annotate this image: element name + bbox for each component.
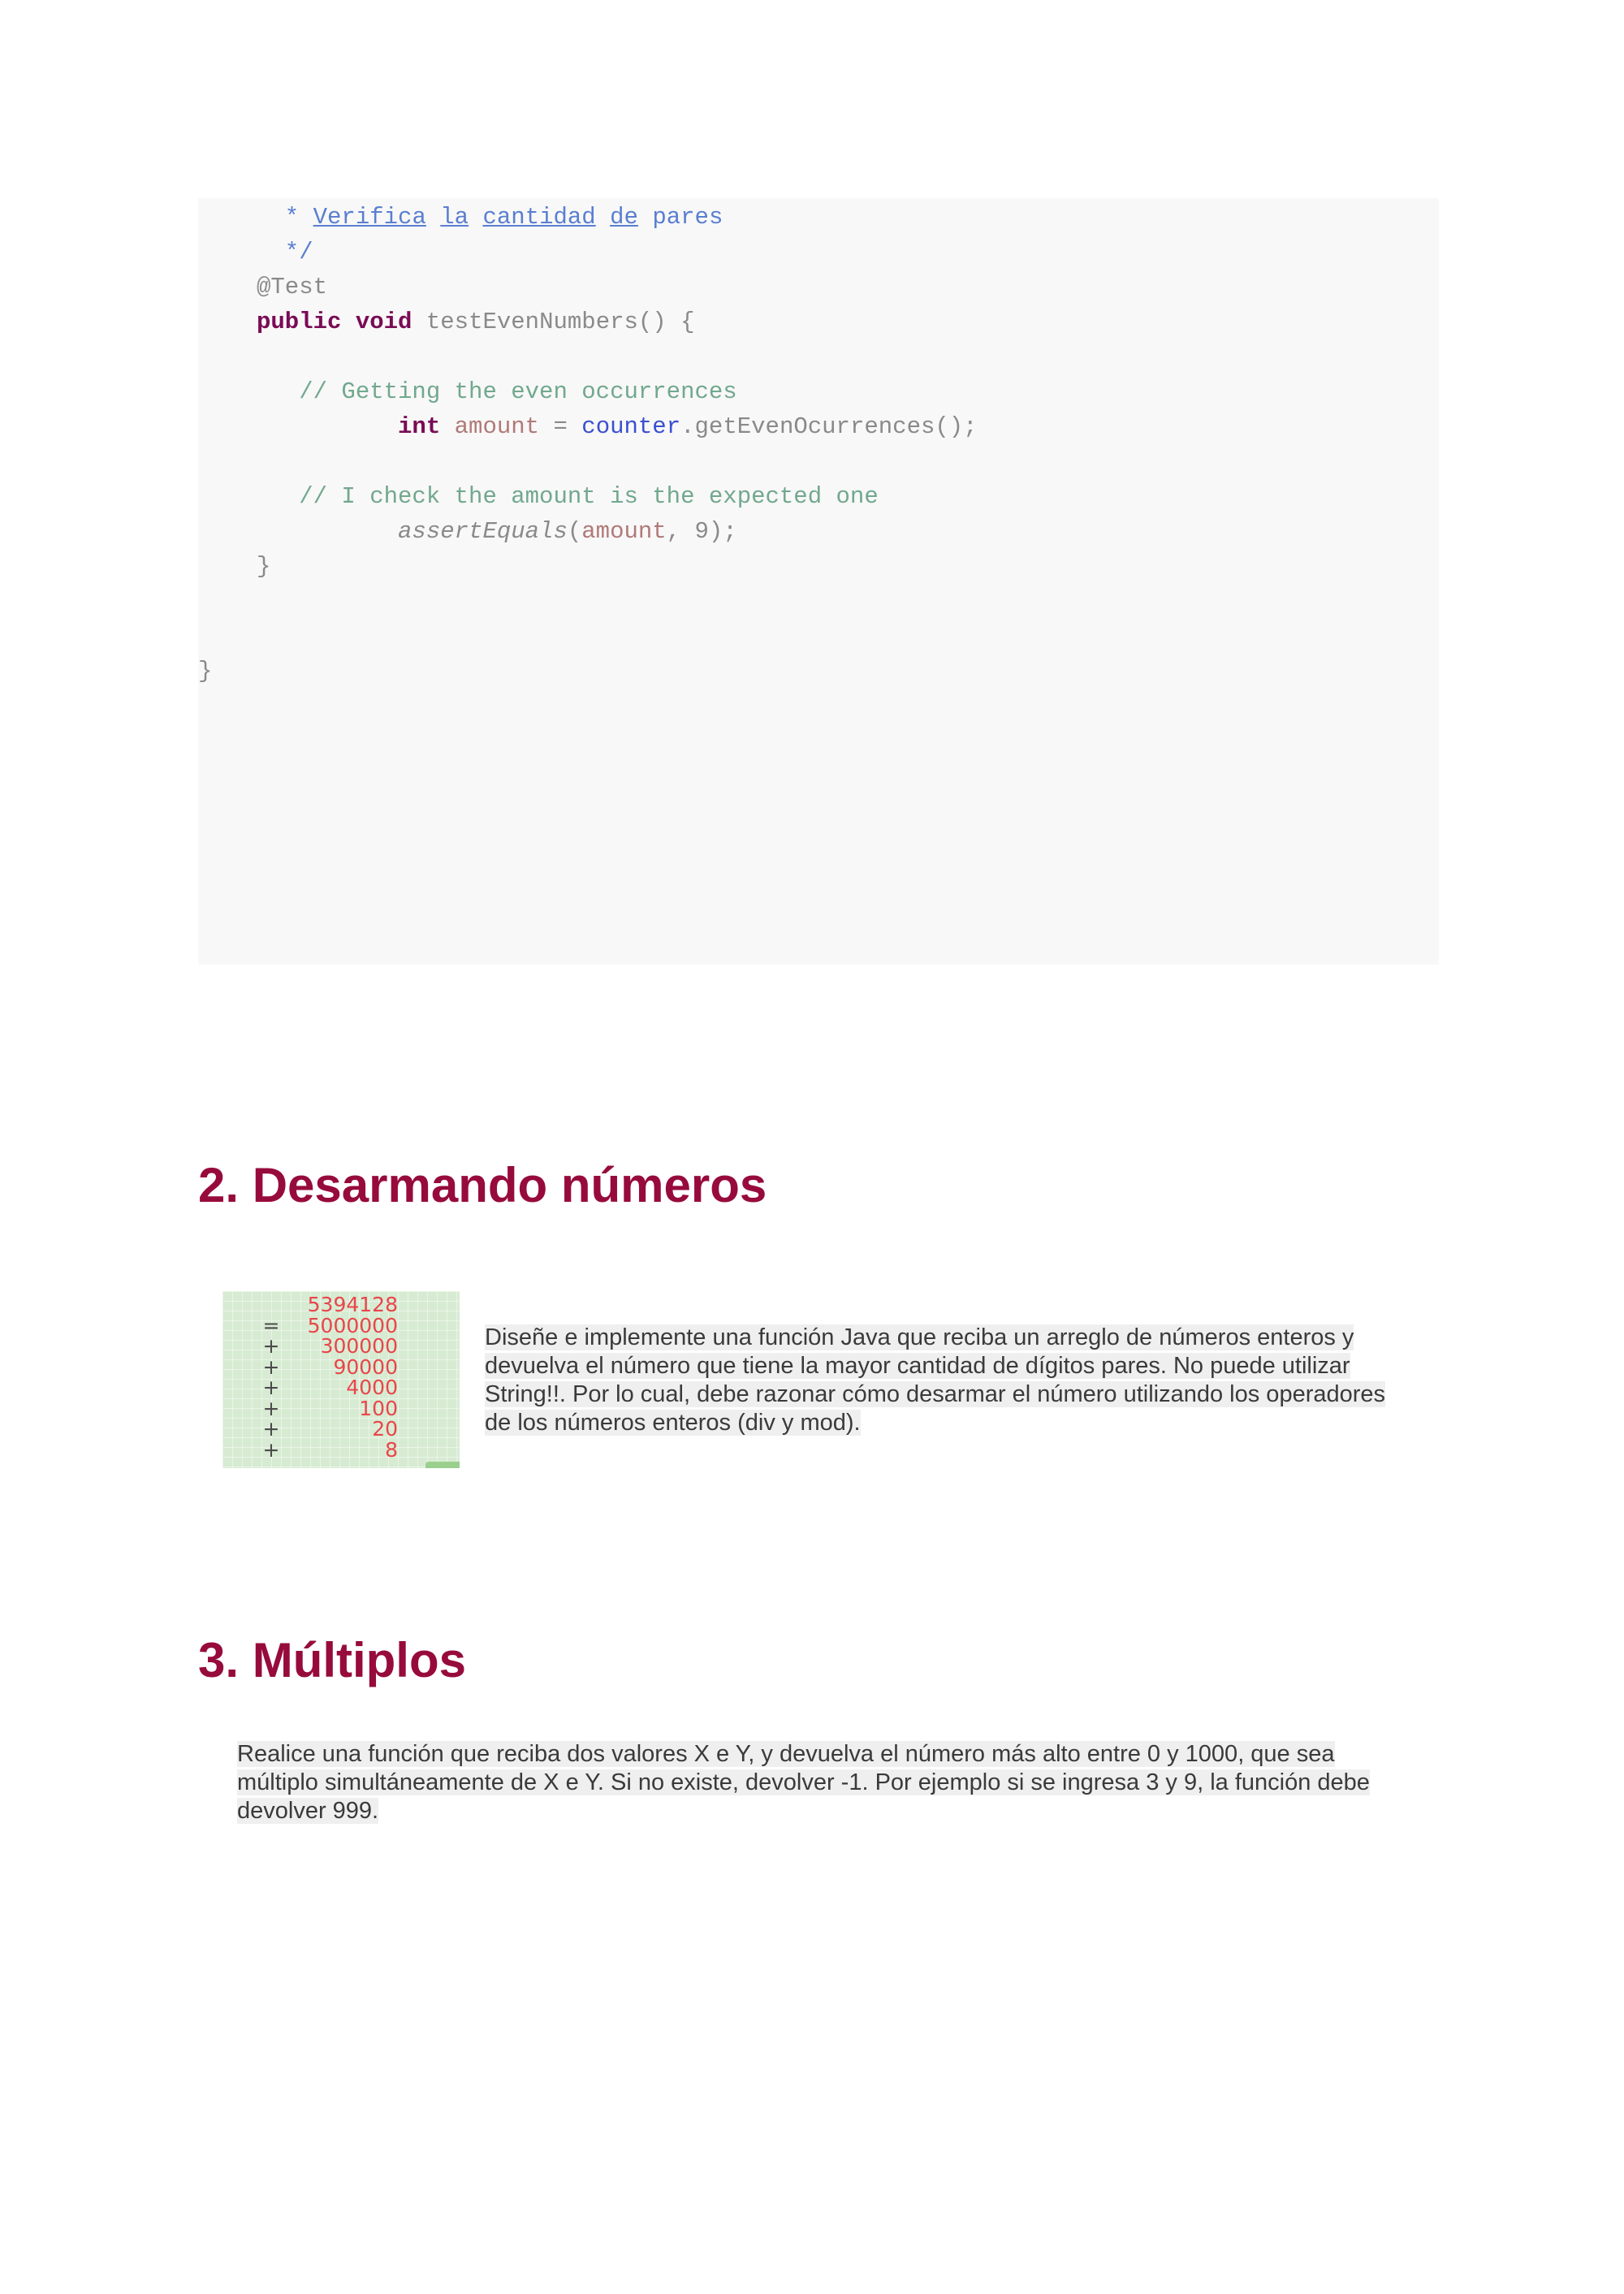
figure-row: +300000 bbox=[222, 1336, 460, 1356]
code-line: // I check the amount is the expected on… bbox=[257, 482, 879, 512]
figure-number: 5000000 bbox=[307, 1313, 398, 1337]
code-token: testEvenNumbers() { bbox=[412, 309, 695, 335]
code-token: , 9); bbox=[666, 518, 737, 545]
section-3-title: 3. Múltiplos bbox=[198, 1633, 466, 1687]
code-line: // Getting the even occurrences bbox=[257, 378, 737, 407]
section-2-line: devuelva el número que tiene la mayor ca… bbox=[485, 1353, 1350, 1379]
code-line: assertEquals(amount, 9); bbox=[257, 517, 737, 546]
code-token: de bbox=[610, 204, 638, 231]
figure-row: +90000 bbox=[222, 1357, 460, 1377]
code-token: */ bbox=[257, 239, 313, 266]
figure-operator: = bbox=[262, 1313, 280, 1337]
section-2-line: Diseñe e implemente una función Java que… bbox=[485, 1324, 1354, 1350]
code-token: = bbox=[539, 413, 582, 440]
figure-number: 8 bbox=[385, 1437, 398, 1462]
code-token: cantidad bbox=[482, 204, 596, 231]
code-token: public bbox=[257, 309, 342, 335]
code-token: .getEvenOcurrences(); bbox=[680, 413, 978, 440]
section-3-line: devolver 999. bbox=[237, 1798, 379, 1824]
code-token: Verifica bbox=[313, 204, 426, 231]
code-token: void bbox=[355, 309, 412, 335]
figure-number: 4000 bbox=[346, 1376, 398, 1399]
figure-row: +8 bbox=[222, 1440, 460, 1460]
figure-operator: + bbox=[262, 1376, 280, 1399]
figure-operator: + bbox=[262, 1417, 280, 1441]
figure-number: 300000 bbox=[320, 1334, 398, 1358]
code-line: } bbox=[257, 552, 270, 581]
section-3-line: múltiplo simultáneamente de X e Y. Si no… bbox=[237, 1769, 1370, 1795]
code-line: * Verifica la cantidad de pares bbox=[257, 203, 723, 232]
section-2-line: de los números enteros (div y mod). bbox=[485, 1410, 861, 1436]
code-line: */ bbox=[257, 238, 313, 267]
figure-operator: + bbox=[262, 1354, 280, 1379]
section-3-line: Realice una función que reciba dos valor… bbox=[237, 1741, 1335, 1767]
code-block: * Verifica la cantidad de pares */ @Test p… bbox=[198, 198, 1439, 965]
figure-row: = 5000000 bbox=[222, 1315, 460, 1336]
section-2-description: Diseñe e implemente una función Java que… bbox=[485, 1324, 1386, 1437]
figure-row: +20 bbox=[222, 1419, 460, 1439]
section-2-line: String!!. Por lo cual, debe razonar cómo… bbox=[485, 1381, 1386, 1407]
figure-row: +100 bbox=[222, 1398, 460, 1419]
code-token: } bbox=[198, 658, 213, 685]
number-decomposition-figure: 5394128 = 5000000 +300000 +90000 +4000 +100 +20… bbox=[222, 1291, 460, 1468]
code-token: assertEquals bbox=[398, 518, 568, 545]
figure-number: 20 bbox=[372, 1417, 398, 1441]
code-token: // I check the amount is the expected on… bbox=[257, 483, 879, 510]
code-line: public void testEvenNumbers() { bbox=[257, 308, 695, 337]
figure-operator: + bbox=[262, 1396, 280, 1420]
figure-operator: + bbox=[262, 1334, 280, 1358]
section-2-title: 2. Desarmando números bbox=[198, 1158, 767, 1212]
code-token: pares bbox=[637, 204, 723, 231]
code-token: } bbox=[257, 553, 271, 580]
section-3-description: Realice una función que reciba dos valor… bbox=[237, 1740, 1370, 1825]
code-line: } bbox=[198, 657, 212, 686]
code-token: amount bbox=[581, 518, 667, 545]
code-token: // Getting the even occurrences bbox=[257, 378, 737, 405]
figure-row: 5394128 bbox=[222, 1294, 460, 1315]
figure-row: +4000 bbox=[222, 1377, 460, 1398]
code-line: @Test bbox=[257, 273, 327, 302]
code-line: int amount = counter.getEvenOcurrences()… bbox=[257, 413, 978, 442]
figure-badge bbox=[425, 1462, 460, 1468]
figure-number: 100 bbox=[359, 1396, 398, 1420]
figure-number: 90000 bbox=[333, 1354, 398, 1379]
code-token: la bbox=[440, 204, 469, 231]
code-token: ( bbox=[567, 518, 582, 545]
figure-operator: + bbox=[262, 1437, 280, 1462]
code-token: @Test bbox=[257, 274, 328, 300]
figure-number: 5394128 bbox=[307, 1293, 398, 1316]
code-token: * bbox=[257, 204, 313, 231]
code-token: amount bbox=[454, 413, 540, 440]
code-token: int bbox=[398, 413, 441, 440]
code-token: counter bbox=[581, 413, 681, 440]
